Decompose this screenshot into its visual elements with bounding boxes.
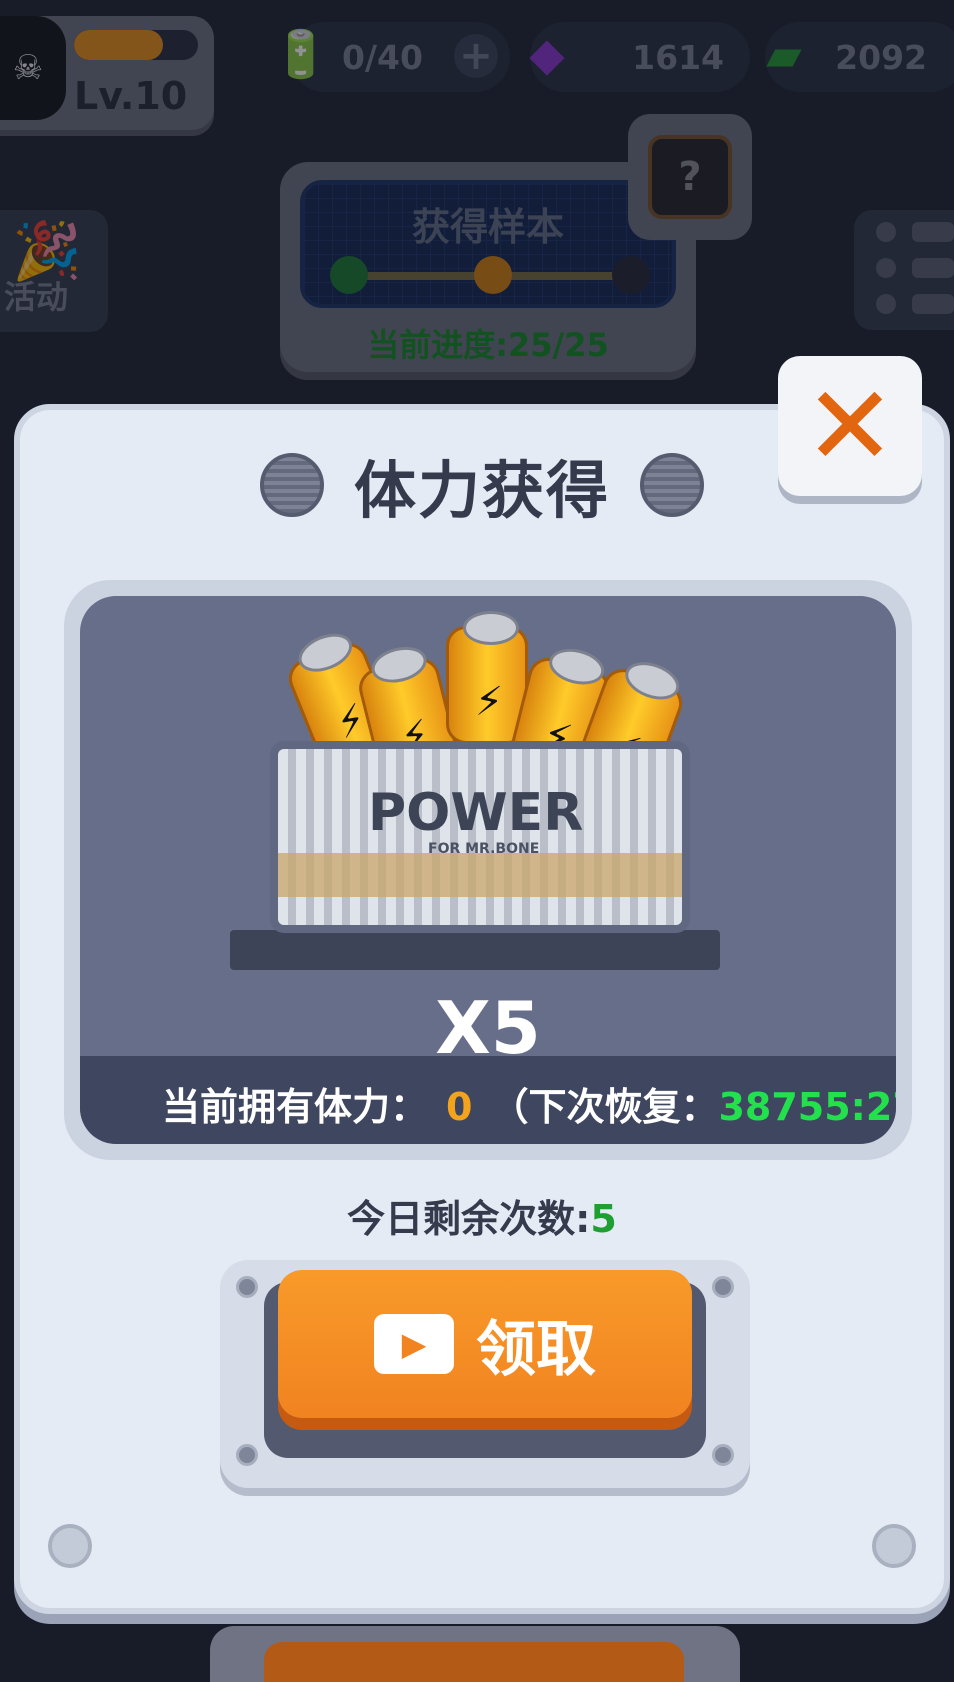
reward-frame: ⚡ ⚡ ⚡ ⚡ ⚡ POWER FOR MR.BONE X5 当前拥有体力：0（…	[64, 580, 912, 1160]
video-camera-icon: ▶	[374, 1314, 454, 1374]
energy-dialog: 体力获得 ⚡ ⚡ ⚡ ⚡ ⚡ POWER FOR MR.BONE X5 当前拥有…	[14, 404, 950, 1614]
energy-status: 当前拥有体力：0（下次恢复：38755:27:42）	[162, 1076, 896, 1131]
remaining-times: 今日剩余次数:5	[20, 1188, 944, 1243]
recover-timer: 38755:27:42	[718, 1085, 896, 1129]
decorative-bolt	[259, 453, 324, 517]
bottom-panel	[210, 1626, 740, 1682]
remaining-count: 5	[590, 1197, 617, 1241]
recover-label: （下次恢复：	[490, 1085, 719, 1129]
bottom-button[interactable]	[264, 1642, 684, 1682]
energy-current: 0	[446, 1085, 473, 1129]
crate-base	[230, 930, 720, 970]
crate-subtitle: FOR MR.BONE	[428, 841, 540, 857]
remaining-label: 今日剩余次数:	[347, 1197, 591, 1241]
claim-button[interactable]: ▶ 领取	[278, 1270, 692, 1418]
power-crate: POWER FOR MR.BONE	[270, 741, 690, 933]
screw	[712, 1276, 734, 1298]
close-icon: ✕	[803, 362, 897, 490]
crate-band	[278, 853, 682, 897]
screw	[236, 1276, 258, 1298]
close-button[interactable]: ✕	[778, 356, 922, 496]
reward-panel: ⚡ ⚡ ⚡ ⚡ ⚡ POWER FOR MR.BONE X5 当前拥有体力：0（…	[80, 596, 896, 1144]
decorative-bolt	[640, 453, 704, 517]
energy-label: 当前拥有体力：	[162, 1085, 429, 1129]
energy-status-bar: 当前拥有体力：0（下次恢复：38755:27:42）	[80, 1056, 896, 1144]
claim-plate: ▶ 领取	[220, 1260, 750, 1488]
hex-screw	[48, 1524, 92, 1568]
crate-brand: POWER	[368, 783, 584, 843]
screw	[236, 1444, 258, 1466]
claim-label: 领取	[476, 1314, 596, 1385]
screw	[712, 1444, 734, 1466]
dialog-title: 体力获得	[353, 454, 610, 527]
hex-screw	[872, 1524, 916, 1568]
